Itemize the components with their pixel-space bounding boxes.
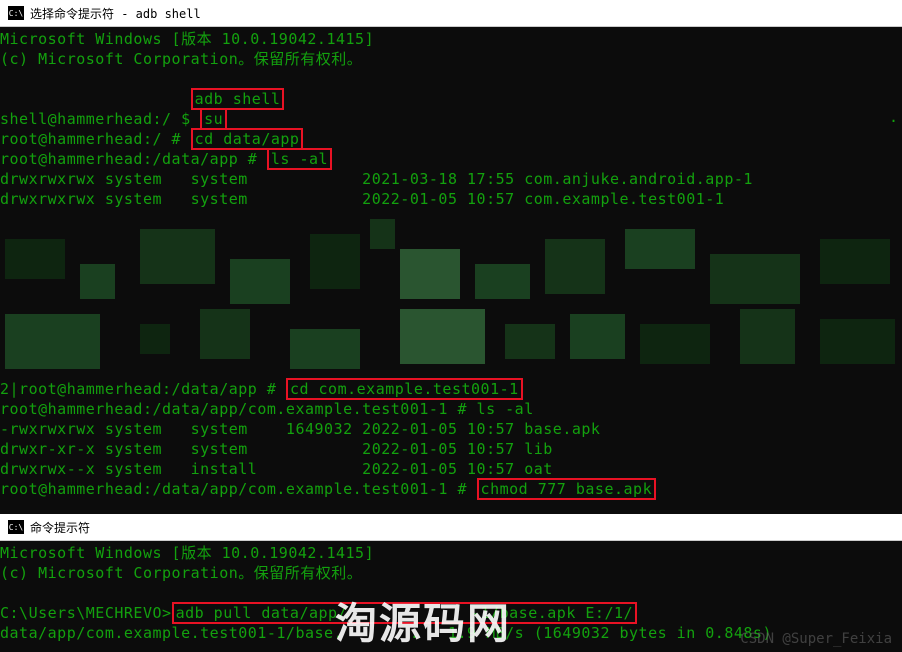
adb-shell-line: adb shell. [0,89,902,109]
su-line: shell@hammerhead:/ $ su [0,109,902,129]
version-line: Microsoft Windows [版本 10.0.19042.1415] [0,29,902,49]
cd-test-line: 2|root@hammerhead:/data/app # cd com.exa… [0,379,902,399]
cd-data-app-cmd: cd data/app [191,128,304,150]
ls-output-1: drwxrwxrwx system system 2021-03-18 17:5… [0,169,902,189]
censored-area [0,209,902,379]
title-1: 选择命令提示符 - adb shell [30,5,201,22]
su-cmd: su [200,108,227,130]
terminal-1[interactable]: Microsoft Windows [版本 10.0.19042.1415] (… [0,27,902,501]
watermark-site: 淘源码网 [335,590,511,651]
chmod-cmd: chmod 777 base.apk [477,478,657,500]
copyright-line: (c) Microsoft Corporation。保留所有权利。 [0,49,902,69]
cmd-icon: C:\ [8,6,24,20]
titlebar-1[interactable]: C:\ 选择命令提示符 - adb shell [0,0,902,27]
ls-al-2-line: root@hammerhead:/data/app/com.example.te… [0,399,902,419]
ls2-output-3: drwxrwx--x system install 2022-01-05 10:… [0,459,902,479]
cd-data-app-line: root@hammerhead:/ # cd data/app [0,129,902,149]
ls-al-line: root@hammerhead:/data/app # ls -al [0,149,902,169]
cd-test-cmd: cd com.example.test001-1 [286,378,523,400]
ls2-output-2: drwxr-xr-x system system 2022-01-05 10:5… [0,439,902,459]
ls-al-cmd: ls -al [267,148,332,170]
ls2-output-1: -rwxrwxrwx system system 1649032 2022-01… [0,419,902,439]
ls-output-2: drwxrwxrwx system system 2022-01-05 10:5… [0,189,902,209]
watermark-author: CSDN @Super_Feixia [740,631,892,647]
titlebar-2[interactable]: C:\ 命令提示符 [0,514,902,541]
copyright-line-2: (c) Microsoft Corporation。保留所有权利。 [0,563,902,583]
version-line-2: Microsoft Windows [版本 10.0.19042.1415] [0,543,902,563]
cmd-icon: C:\ [8,520,24,534]
chmod-line: root@hammerhead:/data/app/com.example.te… [0,479,902,499]
title-2: 命令提示符 [30,519,90,536]
adb-shell-cmd: adb shell [191,88,285,110]
